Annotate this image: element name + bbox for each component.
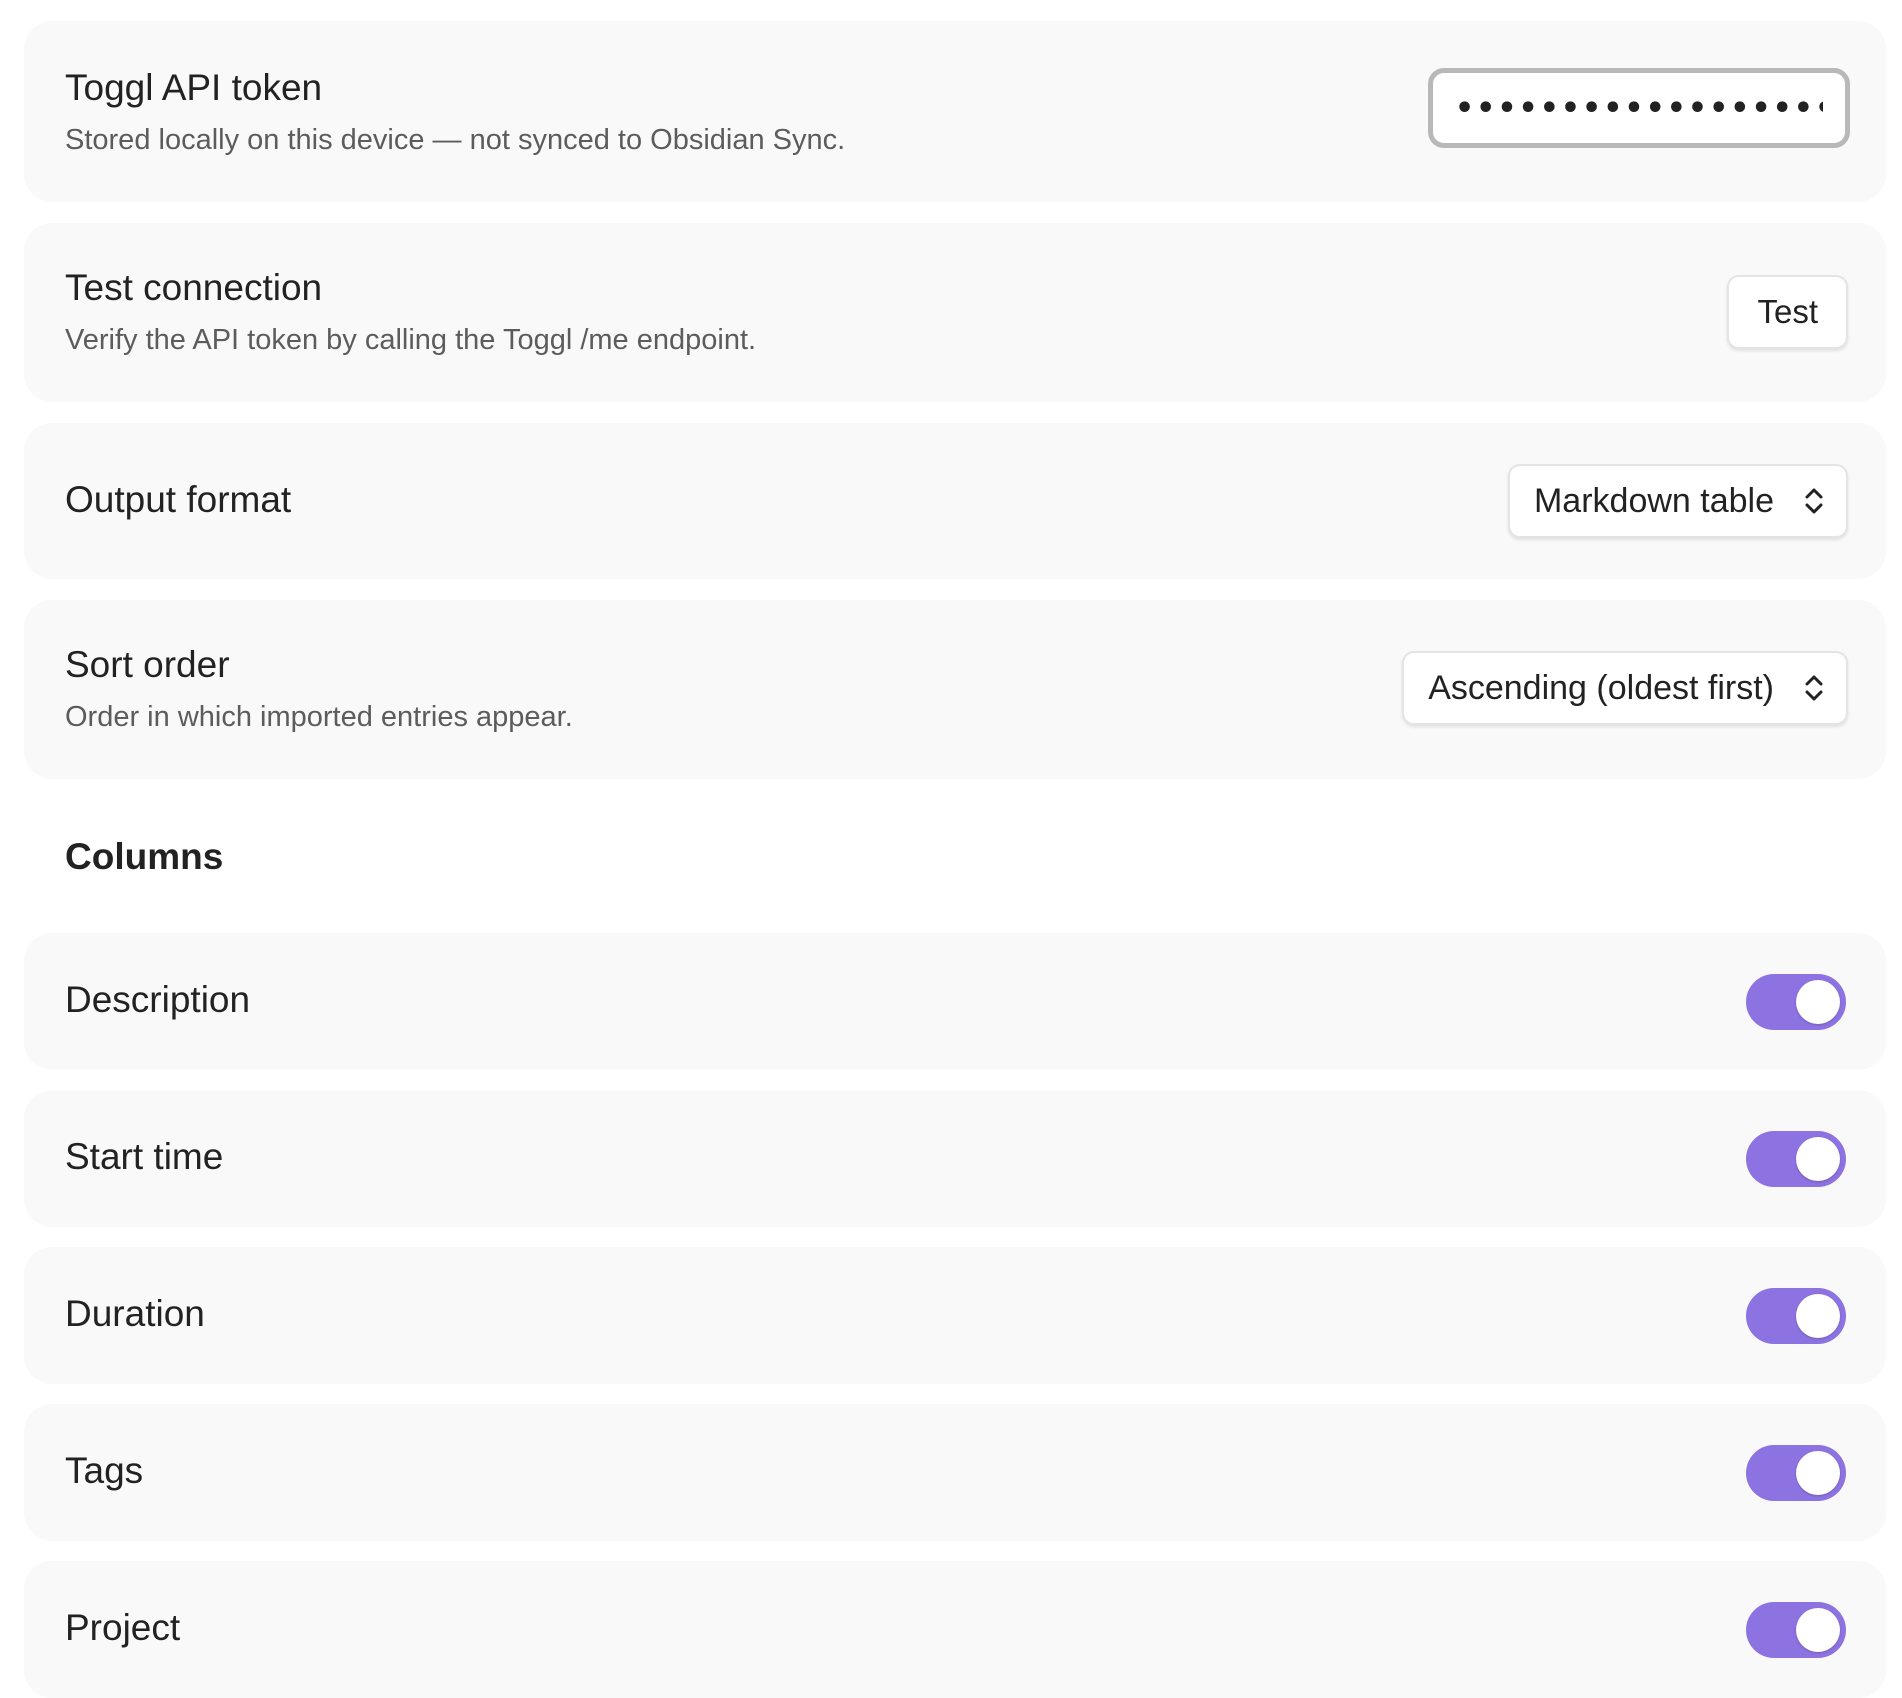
setting-title: Toggl API token <box>65 67 323 108</box>
setting-title: Output format <box>65 479 292 520</box>
column-setting-tags: Tags <box>24 1404 1886 1541</box>
test-button[interactable]: Test <box>1727 275 1848 349</box>
settings-page: Toggl API token Stored locally on this d… <box>0 0 1902 1698</box>
setting-api-token: Toggl API token Stored locally on this d… <box>24 21 1886 202</box>
setting-output-format: Output format Markdown table <box>24 423 1886 579</box>
api-token-input[interactable] <box>1428 68 1850 148</box>
setting-sort-order: Sort order Order in which imported entri… <box>24 600 1886 779</box>
column-setting-start-time: Start time <box>24 1090 1886 1227</box>
toggle-knob <box>1796 1137 1840 1181</box>
setting-description: Stored locally on this device — not sync… <box>65 124 846 156</box>
column-label: Tags <box>65 1450 144 1491</box>
column-label: Project <box>65 1607 181 1648</box>
setting-title: Test connection <box>65 267 323 308</box>
toggle-start-time[interactable] <box>1746 1131 1846 1187</box>
toggle-knob <box>1796 1451 1840 1495</box>
output-format-select[interactable]: Markdown table <box>1507 464 1848 538</box>
setting-description: Verify the API token by calling the Togg… <box>65 324 757 356</box>
sort-order-select[interactable]: Ascending (oldest first) <box>1402 651 1848 725</box>
column-setting-project: Project <box>24 1561 1886 1698</box>
chevron-up-down-icon <box>1804 485 1824 517</box>
setting-title: Sort order <box>65 644 230 685</box>
column-setting-duration: Duration <box>24 1247 1886 1384</box>
toggle-knob <box>1796 980 1840 1024</box>
column-label: Duration <box>65 1293 205 1334</box>
setting-description: Order in which imported entries appear. <box>65 701 573 733</box>
setting-test-connection: Test connection Verify the API token by … <box>24 223 1886 402</box>
toggle-tags[interactable] <box>1746 1445 1846 1501</box>
column-label: Start time <box>65 1136 224 1177</box>
toggle-knob <box>1796 1294 1840 1338</box>
toggle-knob <box>1796 1608 1840 1652</box>
select-value: Ascending (oldest first) <box>1428 668 1774 707</box>
toggle-duration[interactable] <box>1746 1288 1846 1344</box>
toggle-description[interactable] <box>1746 974 1846 1030</box>
toggle-project[interactable] <box>1746 1602 1846 1658</box>
columns-heading: Columns <box>65 836 224 877</box>
select-value: Markdown table <box>1533 481 1774 520</box>
column-setting-description: Description <box>24 933 1886 1070</box>
chevron-up-down-icon <box>1804 672 1824 704</box>
column-label: Description <box>65 979 251 1020</box>
